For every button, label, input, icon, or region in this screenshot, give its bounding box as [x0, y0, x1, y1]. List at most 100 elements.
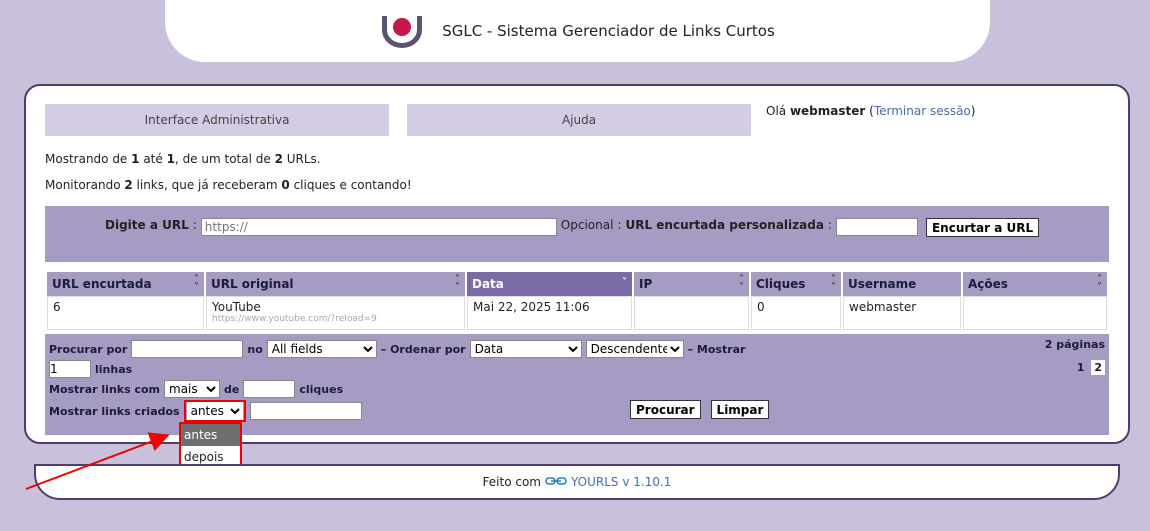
app-title: SGLC - Sistema Gerenciador de Links Curt… — [442, 22, 775, 40]
filter-rows-row: linhas — [49, 360, 132, 378]
filter-buttons: Procurar Limpar — [630, 400, 770, 419]
showing-total-text: , de um total de — [174, 152, 275, 166]
yourls-logo-icon[interactable] — [380, 14, 424, 48]
colon3: : — [827, 218, 832, 232]
search-input[interactable] — [131, 340, 244, 358]
direction-select[interactable]: Descendente — [585, 340, 684, 358]
user-greeting: Olá webmaster (Terminar sessão) — [766, 104, 976, 118]
cell-actions — [963, 296, 1107, 330]
col-clicks[interactable]: Cliques ˄ ˅ — [751, 272, 841, 296]
url-title[interactable]: YouTube — [212, 300, 459, 314]
col-date-label: Data — [472, 277, 504, 291]
nav-admin-button[interactable]: Interface Administrativa — [45, 104, 389, 136]
col-date[interactable]: Data ˅ — [467, 272, 632, 296]
header: SGLC - Sistema Gerenciador de Links Curt… — [165, 0, 990, 62]
monitoring-clicks: 0 — [281, 178, 290, 192]
sort-icon[interactable]: ˄ ˅ — [831, 275, 836, 293]
shorten-button[interactable]: Encurtar a URL — [925, 218, 1040, 237]
page-1[interactable]: 1 — [1074, 360, 1088, 375]
sort-icon[interactable]: ˄ ˅ — [455, 275, 460, 293]
showing-to: 1 — [166, 152, 175, 166]
table-header-row: URL encurtada ˄ ˅ URL original ˄ ˅ Data ˅ IP ˄… — [47, 272, 1107, 296]
col-original-url-label: URL original — [211, 277, 294, 291]
cell-username: webmaster — [843, 296, 961, 330]
showing-summary: Mostrando de 1 até 1, de um total de 2 U… — [45, 152, 321, 166]
page-2[interactable]: 2 — [1091, 360, 1105, 375]
col-actions-label: Ações — [968, 277, 1008, 291]
clicks-filter-label: Mostrar links com — [49, 382, 161, 396]
colon2: : — [617, 218, 622, 232]
cell-short-url[interactable]: 6 — [47, 296, 204, 330]
cell-clicks: 0 — [751, 296, 841, 330]
created-label: Mostrar links criados — [49, 404, 180, 418]
clear-button[interactable]: Limpar — [710, 400, 770, 419]
pages-count: 2 páginas — [1044, 338, 1105, 351]
sort-icon[interactable]: ˄ ˅ — [194, 275, 199, 293]
monitoring-clicks-text: cliques e contando! — [289, 178, 412, 192]
created-op-highlight: antes — [183, 400, 246, 422]
monitoring-prefix: Monitorando — [45, 178, 125, 192]
order-select[interactable]: Data — [469, 340, 582, 358]
showing-to-text: até — [139, 152, 167, 166]
sort-icon[interactable]: ˄ ˅ — [739, 275, 744, 293]
url-input[interactable] — [200, 218, 557, 236]
clicks-suffix: cliques — [299, 382, 344, 396]
created-op-select[interactable]: antes — [186, 402, 243, 420]
chevron-down-icon[interactable]: ˅ — [622, 278, 627, 288]
custom-url-label: URL encurtada personalizada — [625, 218, 824, 232]
col-original-url[interactable]: URL original ˄ ˅ — [206, 272, 465, 296]
option-antes[interactable]: antes — [181, 424, 240, 446]
nav-help-button[interactable]: Ajuda — [407, 104, 751, 136]
table-row: 6 YouTube https://www.youtube.com/?reloa… — [47, 296, 1107, 330]
col-username[interactable]: Username — [843, 272, 961, 296]
monitoring-links-text: links, que já receberam — [132, 178, 282, 192]
filter-created-row: Mostrar links criados antes — [49, 400, 362, 422]
showing-from: 1 — [131, 152, 140, 166]
showing-suffix: URLs. — [282, 152, 321, 166]
col-ip[interactable]: IP ˄ ˅ — [634, 272, 749, 296]
monitoring-links: 2 — [124, 178, 133, 192]
cell-date: Mai 22, 2025 11:06 — [467, 296, 632, 330]
footer: Feito com YOURLS v 1.10.1 — [34, 464, 1120, 500]
order-label: – Ordenar por — [380, 342, 466, 356]
search-button[interactable]: Procurar — [630, 400, 701, 419]
col-actions[interactable]: Ações ˄ ˅ — [963, 272, 1107, 296]
show-label: – Mostrar — [687, 342, 746, 356]
clicks-input[interactable] — [243, 380, 296, 398]
colon: : — [192, 218, 197, 232]
of-label: de — [224, 382, 240, 396]
col-short-url[interactable]: URL encurtada ˄ ˅ — [47, 272, 204, 296]
urls-table: URL encurtada ˄ ˅ URL original ˄ ˅ Data ˅ IP ˄… — [45, 272, 1109, 330]
logout-link[interactable]: Terminar sessão — [874, 104, 971, 118]
link-icon — [545, 475, 567, 489]
username: webmaster — [789, 104, 866, 118]
col-clicks-label: Cliques — [756, 277, 806, 291]
col-short-url-label: URL encurtada — [52, 277, 152, 291]
yourls-link[interactable]: YOURLS v 1.10.1 — [571, 475, 671, 489]
url-link[interactable]: https://www.youtube.com/?reload=9 — [212, 314, 459, 324]
main-panel: Interface Administrativa Ajuda Olá webma… — [24, 84, 1130, 444]
showing-prefix: Mostrando de — [45, 152, 132, 166]
rows-input[interactable] — [49, 360, 91, 378]
url-label: Digite a URL — [105, 218, 189, 232]
sort-icon[interactable]: ˄ ˅ — [1097, 275, 1102, 293]
filter-clicks-row: Mostrar links com mais de cliques — [49, 380, 343, 398]
showing-total: 2 — [274, 152, 283, 166]
search-field-select[interactable]: All fields — [266, 340, 377, 358]
footer-prefix: Feito com — [482, 475, 541, 489]
filter-search-row: Procurar por no All fields – Ordenar por… — [49, 340, 745, 358]
custom-url-input[interactable] — [835, 218, 918, 236]
col-username-label: Username — [848, 277, 917, 291]
pagination: 1 2 — [1074, 360, 1105, 375]
optional-label: Opcional — [560, 218, 614, 232]
created-date-input[interactable] — [249, 402, 362, 420]
clicks-op-select[interactable]: mais — [164, 380, 221, 398]
rows-label: linhas — [95, 362, 133, 376]
search-label: Procurar por — [49, 342, 128, 356]
new-url-form: Digite a URL: Opcional : URL encurtada p… — [45, 206, 1109, 262]
cell-original-url: YouTube https://www.youtube.com/?reload=… — [206, 296, 465, 330]
in-label: no — [247, 342, 263, 356]
cell-ip — [634, 296, 749, 330]
greeting-prefix: Olá — [766, 104, 790, 118]
filter-form: Procurar por no All fields – Ordenar por… — [45, 334, 1109, 435]
